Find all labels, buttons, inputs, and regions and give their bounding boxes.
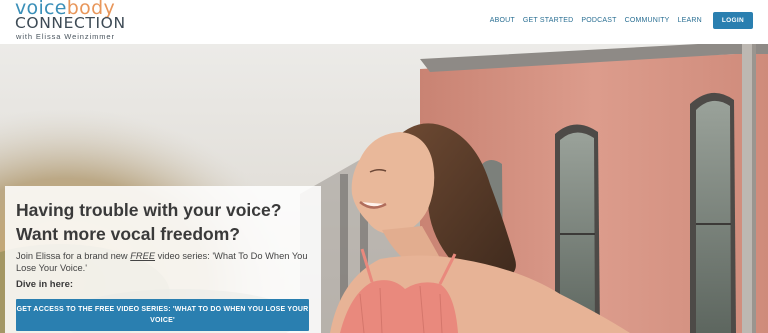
nav-item-podcast[interactable]: PODCAST <box>581 17 616 24</box>
login-button[interactable]: LOGIN <box>712 11 753 29</box>
hero-banner: Having trouble with your voice? Want mor… <box>0 44 768 333</box>
nav-item-learn[interactable]: LEARN <box>678 17 702 24</box>
hero-promo-card: Having trouble with your voice? Want mor… <box>5 186 321 333</box>
nav-item-get-started[interactable]: GET STARTED <box>523 17 573 24</box>
intro-free-emphasis: FREE <box>130 251 156 261</box>
main-nav: ABOUT GET STARTED PODCAST COMMUNITY LEAR… <box>490 11 753 29</box>
logo-word-connection: CONNECTION <box>15 14 126 32</box>
hero-intro-text: Join Elissa for a brand new FREE video s… <box>16 250 316 274</box>
logo-tagline: with Elissa Weinzimmer <box>16 32 115 41</box>
free-video-series-button[interactable]: GET ACCESS TO THE FREE VIDEO SERIES: 'WH… <box>16 299 309 331</box>
nav-item-about[interactable]: ABOUT <box>490 17 515 24</box>
site-logo[interactable]: voicebody CONNECTION with Elissa Weinzim… <box>15 0 135 44</box>
nav-item-community[interactable]: COMMUNITY <box>625 17 670 24</box>
site-header: voicebody CONNECTION with Elissa Weinzim… <box>0 0 768 44</box>
intro-text-before: Join Elissa for a brand new <box>16 251 131 261</box>
dive-in-label: Dive in here: <box>16 279 74 290</box>
hero-headline-2: Want more vocal freedom? <box>16 224 240 244</box>
hero-headline-1: Having trouble with your voice? <box>16 200 282 220</box>
